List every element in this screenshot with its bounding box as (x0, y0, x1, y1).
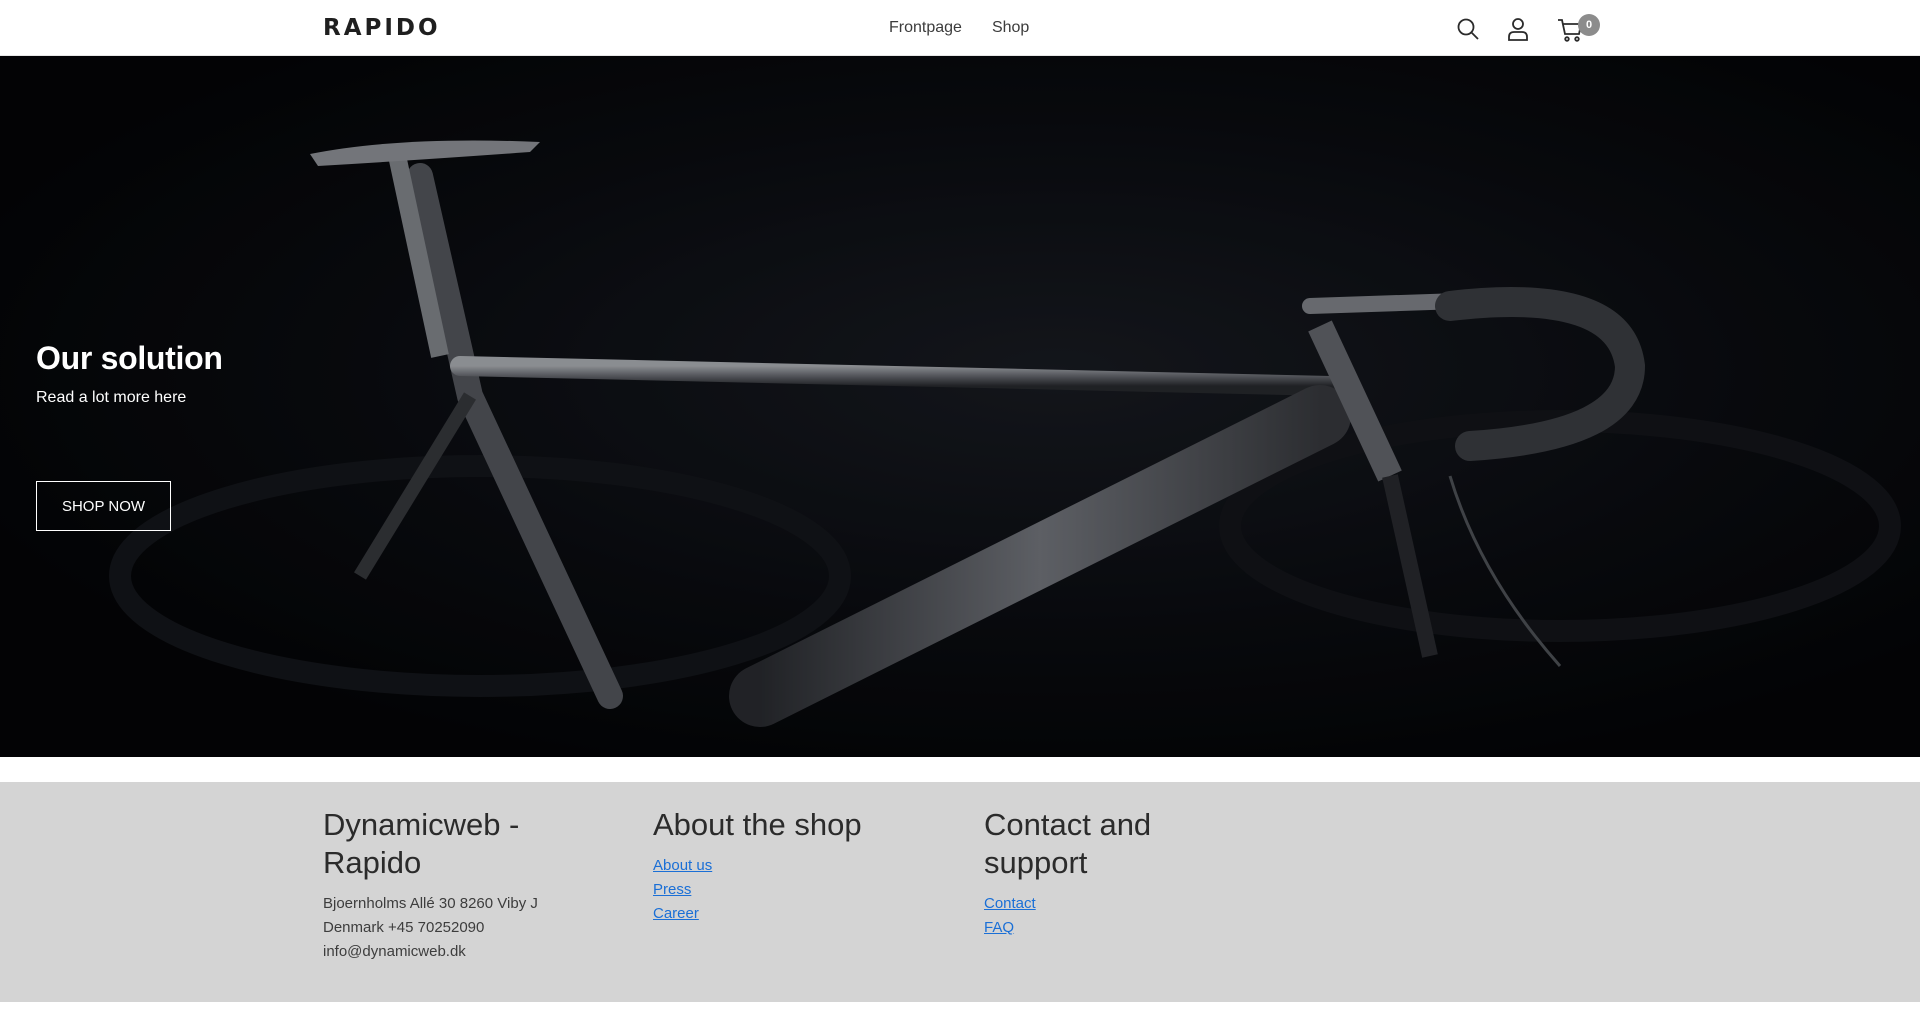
nav-item-shop[interactable]: Shop (992, 19, 1029, 37)
site-logo[interactable]: RAPIDO (323, 15, 441, 41)
footer-company-info: Bjoernholms Allé 30 8260 Viby J Denmark … (323, 892, 583, 964)
footer-about-links: About us Press Career (653, 854, 913, 926)
address-line: Bjoernholms Allé 30 8260 Viby J (323, 895, 538, 912)
nav-item-frontpage[interactable]: Frontpage (889, 19, 962, 37)
footer-link-contact[interactable]: Contact (984, 892, 1244, 916)
footer-company: Dynamicweb - Rapido Bjoernholms Allé 30 … (323, 806, 583, 964)
footer-link-faq[interactable]: FAQ (984, 916, 1244, 940)
site-header: RAPIDO Frontpage Shop 0 (0, 0, 1920, 56)
footer-company-title: Dynamicweb - Rapido (323, 807, 520, 880)
shop-now-button[interactable]: SHOP NOW (36, 481, 171, 531)
footer-contact: Contact and support Contact FAQ (984, 806, 1244, 940)
footer-about: About the shop About us Press Career (653, 806, 913, 926)
email-text: info@dynamicweb.dk (323, 943, 466, 960)
site-footer: Dynamicweb - Rapido Bjoernholms Allé 30 … (0, 782, 1920, 1002)
bicycle-image (0, 56, 1920, 757)
account-button[interactable] (1505, 16, 1531, 42)
user-icon (1508, 18, 1528, 41)
hero-title: Our solution (36, 340, 223, 376)
footer-about-title: About the shop (653, 807, 862, 842)
footer-contact-links: Contact FAQ (984, 892, 1244, 940)
main-nav: Frontpage Shop (889, 19, 1029, 37)
cart-count-badge: 0 (1578, 14, 1600, 36)
footer-link-about-us[interactable]: About us (653, 854, 913, 878)
footer-link-career[interactable]: Career (653, 902, 913, 926)
hero-subtitle: Read a lot more here (36, 389, 187, 406)
hero-banner: Our solution Read a lot more here SHOP N… (0, 56, 1920, 757)
footer-contact-title: Contact and support (984, 807, 1152, 880)
country-phone-line: Denmark +45 70252090 (323, 919, 485, 936)
footer-link-press[interactable]: Press (653, 878, 913, 902)
search-icon (1457, 18, 1479, 40)
search-button[interactable] (1455, 16, 1481, 42)
hero-text: Our solution Read a lot more here (36, 340, 223, 407)
